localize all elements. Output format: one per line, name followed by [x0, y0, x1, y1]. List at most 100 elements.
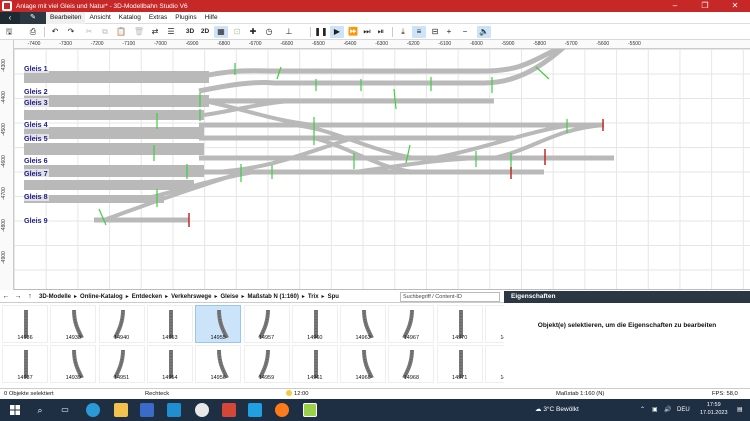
stamp-icon[interactable]: ⊥ — [282, 26, 296, 38]
catalog-item[interactable]: 14938 — [50, 305, 97, 343]
catalog-item[interactable]: 14960 — [291, 305, 338, 343]
menu-extras[interactable]: Extras — [145, 12, 171, 24]
menu-bearbeiten[interactable]: Bearbeiten — [46, 11, 86, 24]
lock-icon[interactable]: ⊡ — [230, 26, 244, 38]
view-3d-button[interactable]: 3D — [182, 26, 198, 38]
redo-icon[interactable]: ↷ — [64, 26, 78, 38]
catalog-item[interactable]: 14971 — [436, 345, 483, 383]
list-icon[interactable]: ☰ — [164, 26, 178, 38]
catalog-item[interactable]: 14959 — [243, 345, 290, 383]
modellbahn-app-icon[interactable] — [303, 403, 317, 417]
maximize-button[interactable]: ❐ — [690, 0, 720, 12]
save-icon[interactable]: 🖫 — [2, 26, 16, 38]
catalog-item[interactable]: 14966 — [340, 345, 387, 383]
track-label-gleis-4[interactable]: Gleis 4 — [23, 120, 49, 129]
breadcrumb-massstab[interactable]: Maßstab N (1:160) — [244, 294, 301, 300]
catalog-item[interactable]: 14957 — [243, 305, 290, 343]
tray-expand-icon[interactable]: ⌃ — [640, 403, 645, 417]
mail-icon[interactable] — [140, 403, 154, 417]
remote-desktop-icon[interactable] — [167, 403, 181, 417]
catalog-item[interactable]: 14970 — [436, 305, 483, 343]
task-view-icon[interactable]: ▭ — [58, 403, 72, 417]
catalog-item[interactable]: 14961 — [291, 345, 338, 383]
network-icon[interactable]: ▣ — [652, 403, 658, 417]
play-icon[interactable]: ▶ — [330, 26, 344, 38]
view-2d-button[interactable]: 2D — [197, 26, 213, 38]
zoom-in-icon[interactable]: + — [442, 26, 456, 38]
catalog-item[interactable]: 14972 — [485, 305, 504, 343]
forward-arrow-icon[interactable]: → — [12, 293, 24, 300]
minimize-button[interactable]: – — [660, 0, 690, 12]
breadcrumb-entdecken[interactable]: Entdecken — [129, 294, 165, 300]
menu-hilfe[interactable]: Hilfe — [201, 12, 222, 24]
catalog-item[interactable]: 14951 — [98, 345, 145, 383]
paste-icon[interactable]: 📋 — [114, 26, 128, 38]
copy-icon[interactable]: ⧉ — [98, 26, 112, 38]
file-explorer-icon[interactable] — [114, 403, 128, 417]
replace-icon[interactable]: ⇄ — [148, 26, 162, 38]
layer-icon[interactable]: ≡ — [412, 26, 426, 38]
catalog-item[interactable]: 14936 — [2, 305, 48, 343]
back-icon[interactable]: ‹ — [0, 11, 20, 24]
close-button[interactable]: ✕ — [720, 0, 750, 12]
catalog-item[interactable]: 14954 — [146, 345, 193, 383]
volume-icon[interactable]: 🔊 — [664, 403, 671, 417]
search-icon[interactable]: ⌕ — [33, 403, 47, 417]
catalog-item[interactable]: 14968 — [388, 345, 435, 383]
faster-icon[interactable]: ⏭ — [360, 26, 374, 38]
track-label-gleis-1[interactable]: Gleis 1 — [23, 64, 49, 73]
notification-icon[interactable]: ▤ — [737, 403, 743, 417]
catalog-search-input[interactable]: Suchbegriff / Content-ID — [400, 292, 500, 302]
catalog-item[interactable]: 14963 — [340, 305, 387, 343]
windows-start-icon[interactable] — [8, 403, 22, 417]
grid-icon[interactable]: ▦ — [214, 26, 228, 38]
breadcrumb-3d-modelle[interactable]: 3D-Modelle — [36, 294, 74, 300]
media-app-icon[interactable] — [222, 403, 236, 417]
track-label-gleis-7[interactable]: Gleis 7 — [23, 169, 49, 178]
breadcrumb-verkehrswege[interactable]: Verkehrswege — [168, 294, 214, 300]
track-label-gleis-2[interactable]: Gleis 2 — [23, 87, 49, 96]
catalog-item[interactable]: 14967 — [388, 305, 435, 343]
catalog-item[interactable]: 14973 — [485, 345, 504, 383]
cut-icon[interactable]: ✂ — [82, 26, 96, 38]
catalog-item[interactable]: 14940 — [98, 305, 145, 343]
breadcrumb-online-katalog[interactable]: Online-Katalog — [77, 294, 126, 300]
track-label-gleis-6[interactable]: Gleis 6 — [23, 156, 49, 165]
settings-app-icon[interactable] — [195, 403, 209, 417]
breadcrumb-spur[interactable]: Spu — [325, 294, 342, 300]
firefox-icon[interactable] — [275, 403, 289, 417]
track-label-gleis-8[interactable]: Gleis 8 — [23, 192, 49, 201]
catalog-item[interactable]: 14937 — [2, 345, 48, 383]
breadcrumb-gleise[interactable]: Gleise — [217, 294, 241, 300]
weather-widget[interactable]: ☁ 3°C Bewölkt — [535, 403, 579, 417]
download-icon[interactable]: ⤓ — [396, 26, 410, 38]
catalog-item[interactable]: 14955 — [195, 305, 242, 343]
edit-mode-icon[interactable]: ✎ — [20, 11, 46, 24]
pause-icon[interactable]: ❚❚ — [314, 26, 328, 38]
ruler-icon[interactable]: ⊟ — [428, 26, 442, 38]
zoom-out-icon[interactable]: − — [458, 26, 472, 38]
catalog-item[interactable]: 14939 — [50, 345, 97, 383]
skip-end-icon[interactable]: ⏯ — [374, 26, 388, 38]
menu-ansicht[interactable]: Ansicht — [85, 12, 114, 24]
weather-app-icon[interactable] — [248, 403, 262, 417]
track-label-gleis-9[interactable]: Gleis 9 — [23, 216, 49, 225]
add-icon[interactable]: ✚ — [246, 26, 260, 38]
language-indicator[interactable]: DEU — [677, 403, 690, 417]
sound-icon[interactable]: 🔈 — [477, 26, 491, 38]
print-icon[interactable]: ⎙ — [26, 26, 40, 38]
fast-forward-icon[interactable]: ⏩ — [346, 26, 360, 38]
catalog-item[interactable]: 14953 — [146, 305, 193, 343]
menu-katalog[interactable]: Katalog — [115, 12, 145, 24]
edge-browser-icon[interactable] — [86, 403, 100, 417]
clock-icon[interactable]: ◷ — [262, 26, 276, 38]
track-label-gleis-5[interactable]: Gleis 5 — [23, 134, 49, 143]
track-label-gleis-3[interactable]: Gleis 3 — [23, 98, 49, 107]
catalog-item[interactable]: 14956 — [195, 345, 242, 383]
undo-icon[interactable]: ↶ — [48, 26, 62, 38]
up-arrow-icon[interactable]: ↑ — [24, 293, 36, 300]
breadcrumb-trix[interactable]: Trix — [305, 294, 322, 300]
track-layout-canvas[interactable]: Gleis 1 Gleis 2 Gleis 3 Gleis 4 Gleis 5 … — [14, 49, 750, 290]
delete-icon[interactable]: 🗑 — [132, 26, 146, 38]
back-arrow-icon[interactable]: ← — [0, 293, 12, 300]
